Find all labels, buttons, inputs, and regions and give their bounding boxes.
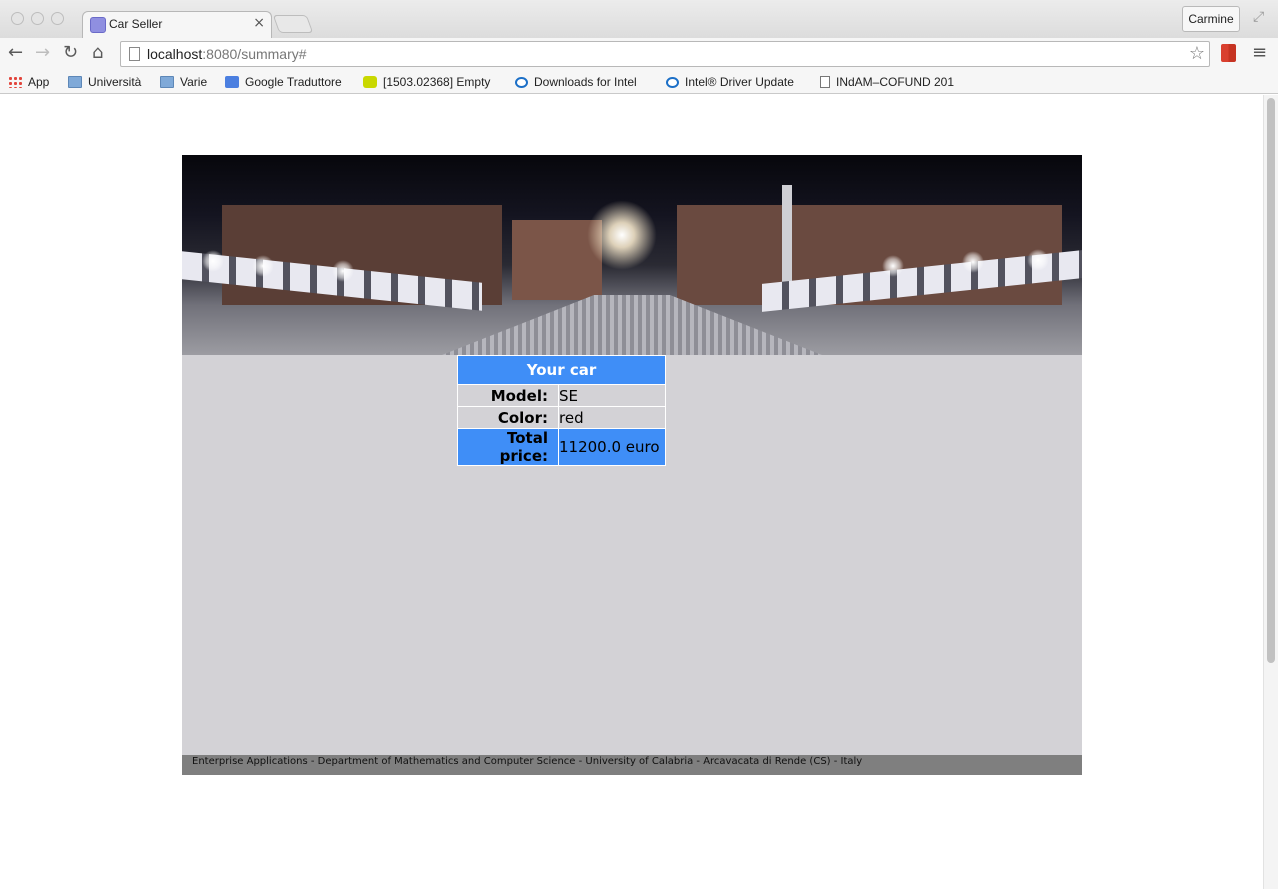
forward-icon[interactable]: → — [35, 44, 50, 62]
color-label: Color: — [457, 406, 559, 429]
total-price-label: Total price: — [457, 428, 559, 466]
total-price-value: 11200.0 euro — [558, 428, 666, 466]
google-translate-icon — [225, 76, 239, 88]
bookmark-google-traduttore[interactable]: Google Traduttore — [225, 73, 342, 91]
folder-icon — [160, 76, 174, 88]
banner-image — [182, 155, 1082, 355]
model-label: Model: — [457, 384, 559, 407]
bookmark-arxiv[interactable]: [1503.02368] Empty — [363, 73, 490, 91]
footer-text: Enterprise Applications - Department of … — [192, 756, 863, 767]
vertical-scrollbar[interactable] — [1263, 95, 1278, 889]
intel-icon — [666, 77, 679, 88]
bookmark-star-icon[interactable]: ☆ — [1189, 43, 1205, 64]
bookmark-universita[interactable]: Università — [68, 73, 141, 91]
favicon-icon — [90, 17, 106, 33]
bookmark-varie[interactable]: Varie — [160, 73, 207, 91]
table-row-total-price: Total price: 11200.0 euro — [457, 428, 666, 466]
car-summary-table: Your car Model: SE Color: red Total pric… — [457, 355, 666, 466]
browser-tab[interactable]: Car Seller × — [82, 11, 272, 39]
table-row-model: Model: SE — [457, 384, 666, 407]
table-header: Your car — [457, 355, 666, 385]
table-row-color: Color: red — [457, 406, 666, 429]
close-window-button[interactable] — [11, 12, 24, 25]
folder-icon — [68, 76, 82, 88]
bookmark-indam[interactable]: INdAM–COFUND 201 — [820, 73, 954, 91]
tab-close-icon[interactable]: × — [253, 15, 265, 31]
extension-icon[interactable] — [1221, 44, 1236, 62]
bookmark-intel-downloads[interactable]: Downloads for Intel — [515, 73, 637, 91]
intel-icon — [515, 77, 528, 88]
smiley-icon — [363, 76, 377, 88]
model-value: SE — [558, 384, 666, 407]
color-value: red — [558, 406, 666, 429]
home-icon[interactable]: ⌂ — [92, 44, 103, 62]
scrollbar-thumb[interactable] — [1267, 98, 1275, 663]
bookmark-intel-driver[interactable]: Intel® Driver Update — [666, 73, 794, 91]
page-container: Your car Model: SE Color: red Total pric… — [182, 155, 1082, 775]
back-icon[interactable]: ← — [8, 44, 23, 62]
zoom-window-button[interactable] — [51, 12, 64, 25]
bookmarks-bar: App Università Varie Google Traduttore [… — [0, 70, 1278, 94]
document-icon — [820, 76, 830, 88]
navigation-toolbar: ← → ↻ ⌂ localhost:8080/summary# ☆ ≡ — [0, 38, 1278, 70]
address-bar[interactable]: localhost:8080/summary# ☆ — [120, 41, 1210, 67]
minimize-window-button[interactable] — [31, 12, 44, 25]
bookmark-apps[interactable]: App — [8, 73, 49, 91]
table-header-row: Your car — [457, 355, 666, 385]
window-titlebar: Car Seller × Carmine ⤢ — [0, 0, 1278, 39]
url-text[interactable]: localhost:8080/summary# — [147, 46, 307, 62]
menu-icon[interactable]: ≡ — [1252, 42, 1267, 63]
new-tab-button[interactable] — [272, 15, 314, 33]
apps-grid-icon — [8, 76, 22, 88]
fullscreen-icon[interactable]: ⤢ — [1253, 9, 1264, 25]
page-footer: Enterprise Applications - Department of … — [182, 755, 1082, 775]
reload-icon[interactable]: ↻ — [63, 44, 78, 62]
page-icon — [129, 47, 140, 61]
profile-button[interactable]: Carmine — [1182, 6, 1240, 32]
tab-title: Car Seller — [109, 17, 163, 31]
